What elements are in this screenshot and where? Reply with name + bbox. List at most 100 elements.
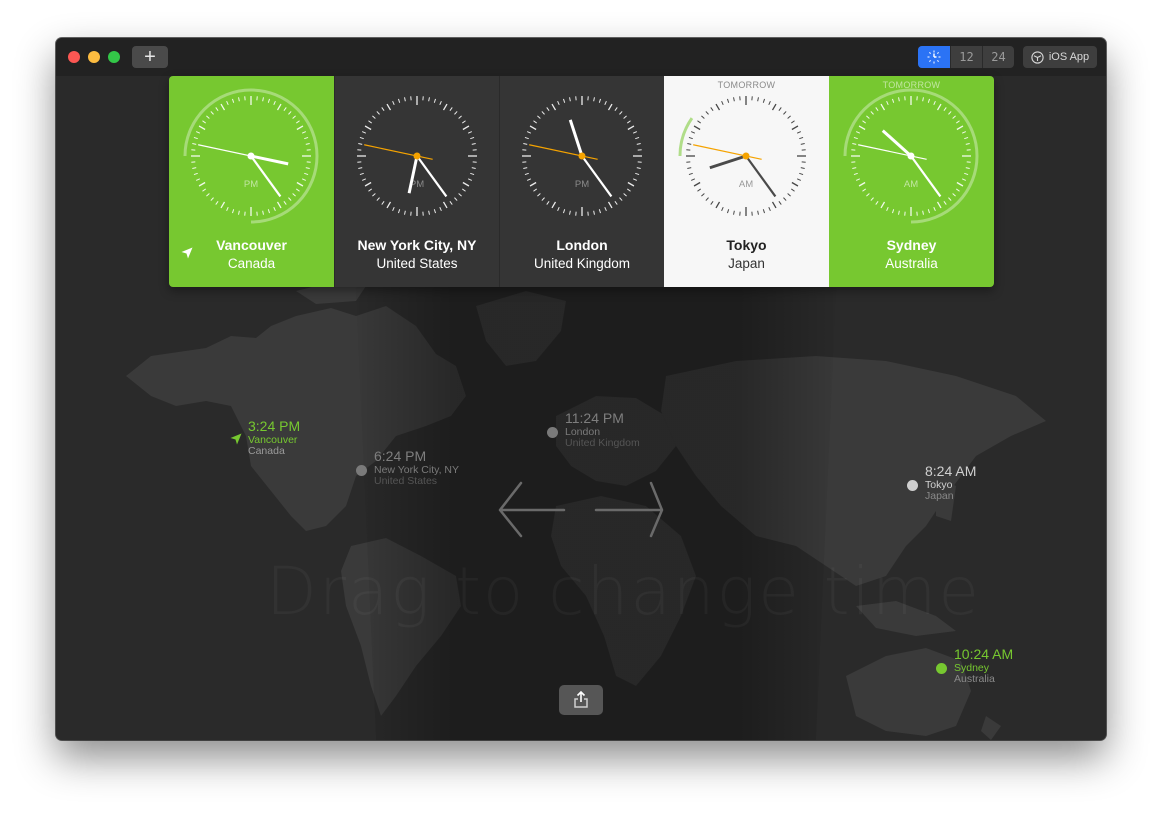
clock-tick [198, 181, 206, 187]
clock-tick [305, 167, 310, 169]
clock-tick [791, 188, 795, 192]
ios-app-button[interactable]: iOS App [1023, 46, 1097, 68]
clock-tick [762, 209, 766, 214]
clock-tick [529, 125, 537, 131]
clock-tick [771, 103, 777, 111]
add-city-button[interactable]: + [132, 46, 168, 68]
clock-tick [927, 98, 931, 103]
clock-tick [796, 178, 802, 181]
clock-tick [220, 103, 226, 111]
clock-tick [454, 111, 458, 115]
clock-tick [619, 111, 623, 115]
clock-tick [546, 201, 550, 205]
clock-tick [381, 107, 385, 111]
clock-tick [276, 103, 282, 111]
clock-card-sydney[interactable]: TOMORROW AM Sydney Australia [829, 76, 994, 287]
clock-tick [376, 197, 380, 201]
clock-tick [533, 120, 537, 124]
clock-card-new-york[interactable]: PM New York City, NY United States [334, 76, 499, 287]
clock-tick [697, 120, 701, 124]
clock-tick [546, 107, 550, 111]
card-city: Vancouver [169, 237, 334, 259]
clock-tick [210, 197, 214, 201]
minute-hand [581, 155, 613, 198]
clock-tick [952, 193, 956, 197]
clock-tick [288, 111, 292, 115]
card-city: Tokyo [726, 237, 767, 253]
clock-tick [462, 188, 466, 192]
clock-tick [193, 136, 198, 140]
analog-clock: PM [357, 96, 477, 216]
clock-tick [231, 98, 235, 103]
clock-tick [635, 136, 640, 140]
clock-tick [710, 107, 714, 111]
clock-tick [783, 111, 787, 115]
clock-tick [262, 97, 264, 102]
clock-tick [726, 209, 730, 214]
drag-hint-watermark: Drag to change time [266, 553, 981, 630]
clock-center [742, 152, 750, 160]
clock-tick [206, 193, 210, 197]
clock-tick [462, 181, 470, 187]
pin-time: 3:24 PM [248, 418, 301, 434]
clock-tick [433, 209, 437, 214]
mode-analog-segment[interactable] [918, 46, 950, 68]
clock-tick [304, 136, 309, 140]
clock-tick [392, 206, 395, 212]
clock-tick [799, 136, 804, 140]
share-button[interactable] [559, 685, 603, 715]
minimize-button[interactable] [88, 51, 100, 63]
clock-center [578, 152, 586, 160]
close-button[interactable] [68, 51, 80, 63]
clock-center [247, 152, 255, 160]
clock-tick [862, 120, 866, 124]
arrow-right-icon [594, 481, 664, 538]
clock-tick [952, 115, 956, 119]
clock-tick [778, 201, 782, 205]
mode-12h-segment[interactable]: 12 [950, 46, 982, 68]
clock-tick [796, 131, 802, 134]
clock-face-icon [1031, 50, 1044, 64]
clock-tick [442, 103, 448, 111]
clock-tick [898, 97, 900, 102]
clock-tick [368, 120, 372, 124]
clock-tick [690, 178, 696, 181]
clock-tick [198, 125, 206, 131]
second-hand [364, 144, 433, 160]
clock-tick [627, 181, 635, 187]
clock-tick [593, 210, 595, 215]
minute-hand [745, 155, 777, 198]
clock-tick [526, 131, 532, 134]
clock-tick [891, 98, 895, 103]
clock-tick [632, 131, 638, 134]
zoom-button[interactable] [108, 51, 120, 63]
clock-tick [195, 131, 201, 134]
clock-cards: PM Vancouver Canada PM New York City, NY… [169, 76, 994, 287]
clock-card-tokyo[interactable]: TOMORROW AM Tokyo Japan [664, 76, 829, 287]
clock-card-london[interactable]: PM London United Kingdom [499, 76, 664, 287]
clock-tick [524, 136, 529, 140]
clock-card-vancouver[interactable]: PM Vancouver Canada [169, 76, 334, 287]
clock-tick [215, 201, 219, 205]
clock-tick [386, 201, 392, 209]
clock-tick [296, 125, 304, 131]
clock-tick [866, 115, 870, 119]
clock-tick [948, 197, 952, 201]
clock-tick [467, 131, 473, 134]
minute-hand [910, 155, 942, 198]
clock-tick [701, 115, 705, 119]
clock-tick [701, 193, 705, 197]
clock-tick [693, 125, 701, 131]
clock-tick [791, 120, 795, 124]
clock-tick [202, 188, 206, 192]
clock-tick [965, 167, 970, 169]
mode-24h-segment[interactable]: 24 [982, 46, 1014, 68]
clock-tick [627, 188, 631, 192]
card-city: London [556, 237, 608, 253]
clock-tick [891, 209, 895, 214]
clock-tick [202, 120, 206, 124]
clock-tick [927, 209, 931, 214]
clock-tick [226, 206, 229, 212]
clock-tick [541, 111, 545, 115]
clock-tick [397, 209, 401, 214]
